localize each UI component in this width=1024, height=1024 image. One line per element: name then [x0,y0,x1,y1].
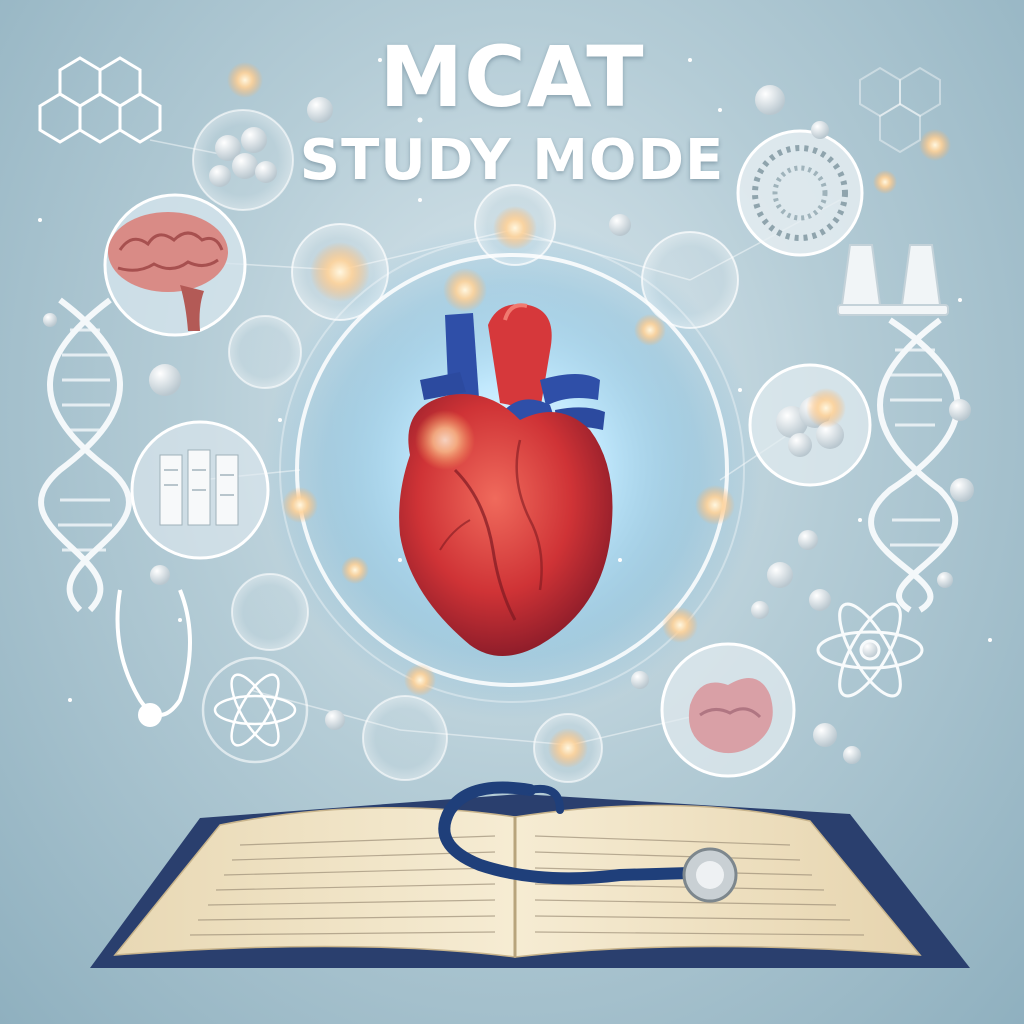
dna-helix-icon [38,297,132,613]
atom-right-icon [816,602,924,698]
atom-icon [201,656,309,764]
test-tube-icon [837,244,949,316]
stethoscope-left-icon [115,589,192,727]
brain-icon [103,193,247,337]
poster-title: MCAT [379,28,645,126]
dna-helix-right-icon [868,317,961,613]
lab-samples-icon [130,420,270,560]
protein-icon [748,363,872,487]
lung-icon [660,642,796,778]
mcat-study-poster: MCAT STUDY MODE [0,0,1024,1024]
poster-subtitle: STUDY MODE [299,128,725,193]
